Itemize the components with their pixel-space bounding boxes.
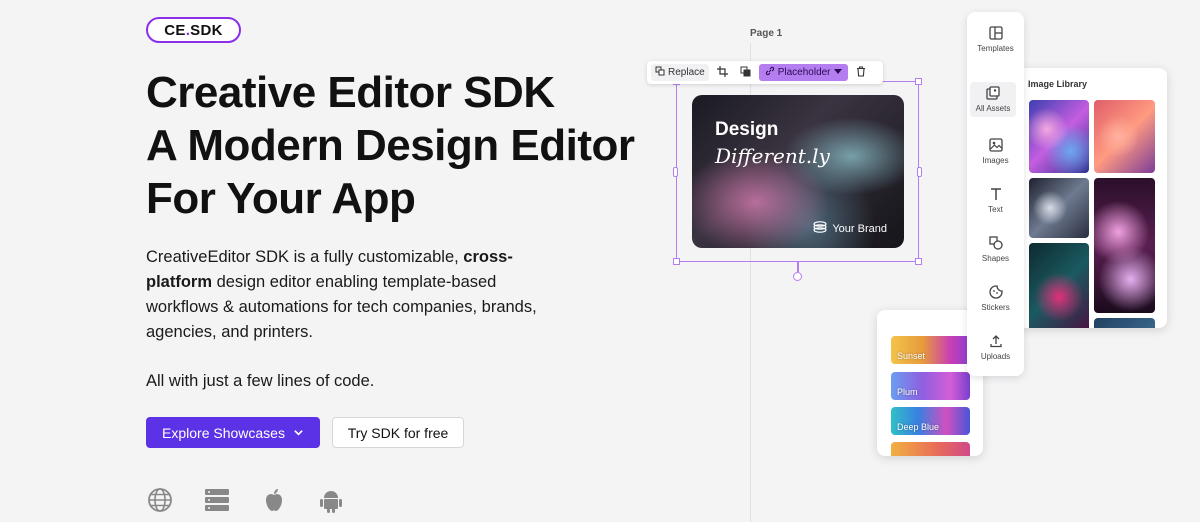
library-image[interactable] [1094, 100, 1155, 173]
hero-description: CreativeEditor SDK is a fully customizab… [146, 245, 546, 345]
sidebar-item-label: Uploads [980, 352, 1011, 361]
sidebar-item-templates[interactable]: Templates [967, 26, 1024, 53]
sidebar-item-label: Images [982, 156, 1009, 165]
trash-icon [856, 65, 866, 80]
element-toolbar: Replace Placeholder [647, 61, 883, 84]
rotate-handle-line [797, 262, 799, 272]
card-title: Design [715, 119, 779, 140]
filter-item-more[interactable] [891, 442, 970, 456]
placeholder-dropdown[interactable]: Placeholder [758, 64, 848, 81]
filter-item-sunset[interactable]: Sunset [891, 336, 970, 364]
replace-label: Replace [668, 67, 705, 78]
rotate-handle[interactable] [793, 272, 802, 281]
image-library-panel: Image Library [1017, 68, 1167, 328]
sidebar-item-stickers[interactable]: Stickers [967, 285, 1024, 312]
resize-handle-tr[interactable] [915, 78, 922, 85]
duplicate-button[interactable] [736, 64, 755, 81]
images-icon [988, 138, 1003, 156]
filter-label: Deep Blue [897, 422, 940, 432]
explore-showcases-button[interactable]: Explore Showcases [146, 417, 320, 448]
filter-label: Plum [897, 387, 918, 397]
caret-down-icon [833, 67, 842, 78]
delete-button[interactable] [852, 64, 870, 81]
replace-button[interactable]: Replace [651, 64, 709, 81]
library-image[interactable] [1094, 318, 1155, 328]
hero-tagline: All with just a few lines of code. [146, 372, 375, 390]
sidebar-item-all-assets[interactable]: All Assets [970, 82, 1016, 117]
android-icon [317, 486, 344, 513]
cesdk-logo[interactable]: CE. SDK [146, 17, 241, 43]
description-part-1: CreativeEditor SDK is a fully customizab… [146, 248, 464, 266]
headline-line-3: For Your App [146, 174, 416, 223]
templates-icon [988, 26, 1003, 44]
sidebar-item-images[interactable]: Images [967, 138, 1024, 165]
asset-sidebar: Templates All Assets Images Text Shapes … [967, 12, 1024, 376]
library-image[interactable] [1029, 243, 1089, 328]
crop-icon [716, 65, 728, 80]
replace-icon [655, 66, 665, 79]
apple-icon [260, 486, 287, 513]
sidebar-item-text[interactable]: Text [967, 187, 1024, 214]
brand-label: Your Brand [832, 222, 887, 235]
placeholder-label: Placeholder [777, 67, 831, 78]
duplicate-icon [740, 66, 751, 80]
resize-handle-right[interactable] [917, 167, 922, 177]
all-assets-icon [986, 86, 1000, 104]
brand-logo-icon [813, 221, 827, 236]
stickers-icon [988, 285, 1003, 303]
card-subtitle: Different.ly [715, 144, 830, 168]
headline-line-2: A Modern Design Editor [146, 121, 635, 170]
server-icon [203, 486, 230, 513]
sidebar-item-label: Shapes [981, 254, 1010, 263]
text-icon [989, 187, 1003, 205]
sidebar-item-shapes[interactable]: Shapes [967, 236, 1024, 263]
headline-line-1: Creative Editor SDK [146, 68, 555, 117]
sidebar-item-uploads[interactable]: Uploads [967, 334, 1024, 361]
hero-headline: Creative Editor SDK A Modern Design Edit… [146, 66, 686, 225]
sidebar-item-label: All Assets [975, 104, 1011, 113]
sidebar-item-label: Text [988, 205, 1003, 214]
library-image[interactable] [1029, 100, 1089, 173]
library-image[interactable] [1094, 178, 1155, 313]
resize-handle-left[interactable] [673, 167, 678, 177]
platform-icons [146, 486, 344, 513]
design-card[interactable]: Design Different.ly Your Brand [692, 95, 904, 248]
filter-label: Sunset [897, 351, 926, 361]
sidebar-item-label: Templates [977, 44, 1014, 53]
explore-showcases-label: Explore Showcases [162, 424, 285, 441]
resize-handle-br[interactable] [915, 258, 922, 265]
crop-button[interactable] [713, 64, 732, 81]
logo-suffix: SDK [190, 21, 223, 39]
try-sdk-button[interactable]: Try SDK for free [332, 417, 464, 448]
library-image[interactable] [1029, 178, 1089, 238]
logo-prefix: CE [164, 21, 186, 39]
shapes-icon [988, 236, 1003, 254]
uploads-icon [989, 334, 1003, 352]
page-label: Page 1 [750, 28, 783, 39]
filter-item-deep-blue[interactable]: Deep Blue [891, 407, 970, 435]
chevron-down-icon [293, 425, 304, 441]
globe-icon [146, 486, 173, 513]
resize-handle-bl[interactable] [673, 258, 680, 265]
filter-item-plum[interactable]: Plum [891, 372, 970, 400]
sidebar-item-label: Stickers [981, 303, 1010, 312]
image-library-title: Image Library [1028, 79, 1088, 89]
card-brand: Your Brand [813, 221, 887, 236]
link-icon [765, 66, 775, 79]
